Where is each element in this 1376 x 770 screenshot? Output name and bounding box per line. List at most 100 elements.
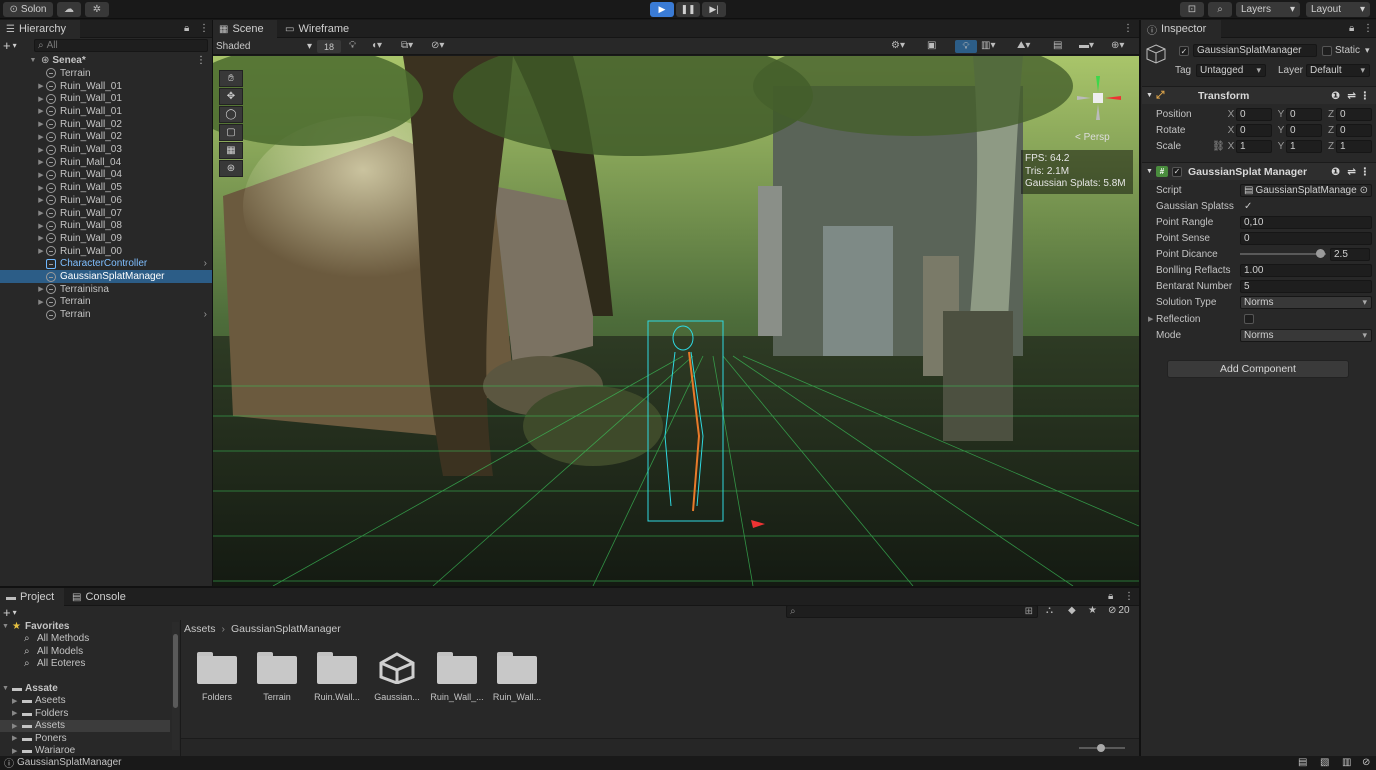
tab-hierarchy[interactable]: ☰ Hierarchy <box>0 20 80 38</box>
progress-icon[interactable]: ▤ <box>1298 757 1307 768</box>
expand-arrow-icon[interactable]: ▶ <box>36 222 46 230</box>
create-asset-dropdown[interactable]: + ▾ <box>3 605 31 620</box>
layout-dropdown[interactable]: Layout ▾ <box>1306 2 1370 17</box>
slider-handle[interactable] <box>1097 744 1105 752</box>
expand-arrow-icon[interactable]: ▼ <box>2 623 12 630</box>
search-by-type-icon[interactable]: ⊞ <box>1025 606 1033 617</box>
hierarchy-item[interactable]: CharacterController › <box>0 258 212 271</box>
hierarchy-item[interactable]: ▶ Ruin_Wall_07 <box>0 207 212 220</box>
collab-history-button[interactable]: ⊡ <box>1180 2 1204 17</box>
rotate-z-field[interactable]: 0 <box>1336 123 1372 137</box>
layers-dropdown[interactable]: Layers ▾ <box>1236 2 1300 17</box>
hidden-packages-toggle[interactable]: ⊘ 20 <box>1108 605 1130 616</box>
expand-arrow-icon[interactable]: ▶ <box>36 107 46 115</box>
icon-size-slider[interactable] <box>1079 744 1125 752</box>
expand-arrow-icon[interactable]: ▶ <box>36 120 46 128</box>
scale-tool-button[interactable]: ▢ <box>219 124 243 141</box>
tree-scrollbar[interactable] <box>172 622 179 750</box>
hierarchy-item[interactable]: ▶ Ruin_Wall_00 <box>0 245 212 258</box>
hierarchy-item[interactable]: ▶ Ruin_Wall_06 <box>0 194 212 207</box>
expand-arrow-icon[interactable]: ▼ <box>2 685 12 692</box>
point-sense-field[interactable]: 0 <box>1240 231 1372 245</box>
expand-arrow-icon[interactable]: ▶ <box>36 285 46 293</box>
expand-arrow-icon[interactable]: ▶ <box>36 196 46 204</box>
lock-icon[interactable]: 🔒︎ <box>184 23 189 34</box>
search-button[interactable]: ⌕ <box>1208 2 1232 17</box>
tab-wireframe[interactable]: ▭ Wireframe <box>279 20 359 38</box>
position-x-field[interactable]: 0 <box>1236 107 1272 121</box>
kebab-menu-icon[interactable]: ⋮ <box>1360 166 1371 178</box>
kebab-menu-icon[interactable]: ⋮ <box>1124 591 1134 602</box>
favorite-star-icon[interactable]: ★ <box>1088 605 1097 616</box>
kebab-menu-icon[interactable]: ⋮ <box>1363 23 1373 34</box>
hierarchy-item[interactable]: GaussianSplatManager <box>0 270 212 283</box>
grid-size-button[interactable]: 18 <box>317 40 341 53</box>
scale-y-field[interactable]: 1 <box>1286 139 1322 153</box>
expand-arrow-icon[interactable]: ▶ <box>12 697 22 705</box>
hierarchy-item[interactable]: Terrain <box>0 67 212 80</box>
asset-item[interactable]: Ruin_Wall... <box>487 652 547 702</box>
hierarchy-item[interactable]: ▶ Ruin_Wall_01 <box>0 92 212 105</box>
position-y-field[interactable]: 0 <box>1286 107 1322 121</box>
expand-arrow-icon[interactable]: ▶ <box>12 734 22 742</box>
light-gizmo-icon[interactable]: 💡︎ <box>955 40 977 53</box>
gaussian-splats-checkmark-icon[interactable]: ✓ <box>1244 201 1252 212</box>
tab-project[interactable]: ▬ Project <box>0 588 64 606</box>
collab-button[interactable]: ✲ <box>85 2 109 17</box>
project-tree-item[interactable]: ⌕ All Methods <box>0 633 170 646</box>
chevron-right-icon[interactable]: › <box>204 258 207 269</box>
layer-dropdown[interactable]: Default <box>1306 64 1370 77</box>
splat-manager-header[interactable]: ▼ # ✓ GaussianSplat Manager ❶ ⇌ ⋮ <box>1142 162 1376 180</box>
hierarchy-item[interactable]: ▶ Ruin_Wall_01 <box>0 105 212 118</box>
settings-icon[interactable]: ⊘ <box>1362 757 1370 768</box>
cache-icon[interactable]: ▧ <box>1320 757 1329 768</box>
scale-x-field[interactable]: 1 <box>1236 139 1272 153</box>
play-button[interactable]: ▶ <box>650 2 674 17</box>
aspect-icon[interactable]: ▬▾ <box>1079 40 1094 51</box>
object-name-field[interactable]: GaussianSplatManager <box>1193 44 1317 57</box>
asset-item[interactable]: Terrain <box>247 652 307 702</box>
asset-item[interactable]: Folders <box>187 652 247 702</box>
kebab-menu-icon[interactable]: ⋮ <box>196 55 206 66</box>
tab-console[interactable]: ▤ Console <box>66 588 138 606</box>
point-range-field[interactable]: 0,10 <box>1240 215 1372 229</box>
position-z-field[interactable]: 0 <box>1336 107 1372 121</box>
orientation-gizmo[interactable] <box>1077 72 1125 124</box>
expand-arrow-icon[interactable]: ▶ <box>36 247 46 255</box>
scale-z-field[interactable]: 1 <box>1336 139 1372 153</box>
asset-item[interactable]: Ruin.Wall... <box>307 652 367 702</box>
tab-inspector[interactable]: ⓘ Inspector <box>1141 20 1221 38</box>
project-tree-item[interactable]: ▼ ▬ Assate <box>0 682 170 695</box>
kebab-menu-icon[interactable]: ⋮ <box>1360 90 1371 102</box>
presets-icon[interactable]: ⇌ <box>1347 90 1356 102</box>
move-tool-button[interactable]: ✥ <box>219 88 243 105</box>
project-tree-item[interactable]: ⌕ All Eoteres <box>0 658 170 671</box>
audio-toggle-icon[interactable]: ◖▾ <box>371 40 382 51</box>
overlay-icon[interactable]: ▤ <box>1053 40 1062 51</box>
project-search-input[interactable]: ⌕ ⊞ <box>786 605 1038 618</box>
help-icon[interactable]: ❶ <box>1331 90 1340 102</box>
expand-arrow-icon[interactable]: ▶ <box>36 184 46 192</box>
transform-header[interactable]: ▼ ⤢ Transform ❶ ⇌ ⋮ <box>1142 86 1376 104</box>
lock-icon[interactable]: 🔒︎ <box>1349 23 1354 34</box>
scene-viewport[interactable]: ✋︎ ✥ ◯ ▢ ▦ ⊛ < Persp FPS: 64.2 Tris: 2.1… <box>213 56 1139 586</box>
hierarchy-item[interactable]: ▶ Terrainisna <box>0 283 212 296</box>
solution-type-dropdown[interactable]: Norms <box>1240 295 1372 309</box>
expand-arrow-icon[interactable]: ▶ <box>36 95 46 103</box>
hierarchy-item[interactable]: ▶ Ruin_Wall_04 <box>0 169 212 182</box>
pause-button[interactable]: ❚❚ <box>676 2 700 17</box>
mode-dropdown[interactable]: Norms <box>1240 328 1372 342</box>
hierarchy-item[interactable]: ▶ Ruin_Mall_04 <box>0 156 212 169</box>
effects-toggle-icon[interactable]: ⧉▾ <box>401 40 413 51</box>
expand-arrow-icon[interactable]: ▶ <box>36 298 46 306</box>
breadcrumb-root[interactable]: Assets <box>184 623 216 635</box>
hierarchy-item[interactable]: ▶ Ruin_Wall_03 <box>0 143 212 156</box>
filter-type-icon[interactable]: ⛬ <box>1046 605 1053 616</box>
lock-icon[interactable]: 🔒︎ <box>1108 591 1113 602</box>
hidden-objects-icon[interactable]: ⊘▾ <box>431 40 444 51</box>
render-options-icon[interactable]: ▥▾ <box>981 40 995 51</box>
kebab-menu-icon[interactable]: ⋮ <box>1123 23 1133 34</box>
bentarat-number-field[interactable]: 5 <box>1240 279 1372 293</box>
help-icon[interactable]: ❶ <box>1331 166 1340 178</box>
transform-tool-button[interactable]: ⊛ <box>219 160 243 177</box>
